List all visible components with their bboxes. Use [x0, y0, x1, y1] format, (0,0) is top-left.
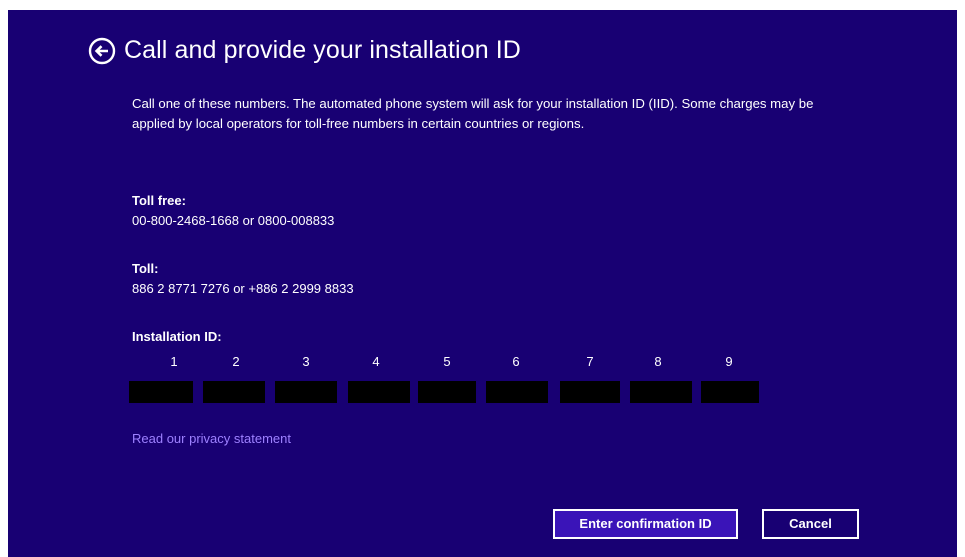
back-arrow-circle-icon: [88, 37, 116, 65]
iid-group-redacted: [418, 381, 476, 403]
toll-numbers: 886 2 8771 7276 or +886 2 2999 8833: [132, 281, 354, 296]
iid-group-number: 8: [654, 354, 662, 369]
iid-group-number: 5: [443, 354, 451, 369]
iid-group-number: 7: [586, 354, 594, 369]
iid-group-number: 4: [372, 354, 380, 369]
iid-group-number: 3: [302, 354, 310, 369]
privacy-statement-link[interactable]: Read our privacy statement: [132, 430, 291, 448]
iid-group-redacted: [348, 381, 410, 403]
toll-free-numbers: 00-800-2468-1668 or 0800-008833: [132, 213, 335, 228]
iid-group-redacted: [129, 381, 193, 403]
iid-group-number: 1: [170, 354, 178, 369]
toll-label: Toll:: [132, 261, 159, 276]
iid-group-redacted: [560, 381, 620, 403]
cancel-button[interactable]: Cancel: [762, 509, 859, 539]
activation-window: Call and provide your installation ID Ca…: [8, 10, 957, 557]
iid-group-redacted: [203, 381, 265, 403]
iid-group-number: 2: [232, 354, 240, 369]
installation-id-label: Installation ID:: [132, 329, 222, 344]
iid-group-number: 6: [512, 354, 520, 369]
iid-group-redacted: [701, 381, 759, 403]
enter-confirmation-id-button[interactable]: Enter confirmation ID: [553, 509, 738, 539]
toll-free-label: Toll free:: [132, 193, 186, 208]
back-button[interactable]: [88, 37, 116, 65]
iid-group-redacted: [630, 381, 692, 403]
iid-group-redacted: [275, 381, 337, 403]
instructions-text: Call one of these numbers. The automated…: [132, 96, 814, 131]
iid-group-number: 9: [725, 354, 733, 369]
iid-group-redacted: [486, 381, 548, 403]
page-title: Call and provide your installation ID: [124, 36, 521, 64]
